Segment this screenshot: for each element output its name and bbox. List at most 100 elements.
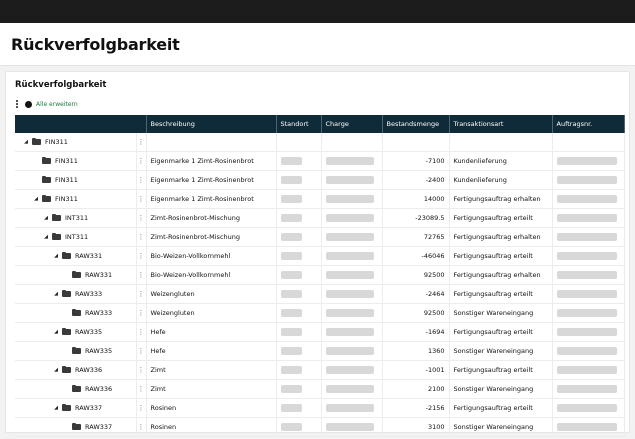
table-row[interactable]: ◢ RAW331 ⋮ Bio-Weizen-Vollkornmehl -46046 Fer… bbox=[15, 246, 625, 266]
triangle-down-icon[interactable]: ◢ bbox=[52, 291, 60, 297]
triangle-down-icon[interactable]: ◢ bbox=[52, 253, 60, 259]
table-row[interactable]: RAW337 ⋮ Rosinen 3100 Sonstiger Wareneingang bbox=[15, 417, 625, 437]
row-menu-icon[interactable]: ⋮ bbox=[136, 417, 147, 437]
tree-cell[interactable]: ◢ RAW336 bbox=[15, 360, 137, 380]
tree-cell[interactable]: RAW335 bbox=[15, 341, 137, 361]
location-placeholder bbox=[280, 195, 302, 203]
row-menu-icon[interactable]: ⋮ bbox=[136, 208, 147, 228]
order-number-placeholder bbox=[556, 423, 617, 431]
order-number-cell bbox=[552, 246, 625, 266]
folder-icon bbox=[62, 251, 71, 259]
table-row[interactable]: ◢ RAW333 ⋮ Weizengluten -2464 Fertigungsauftr… bbox=[15, 284, 625, 304]
row-menu-icon[interactable]: ⋮ bbox=[136, 360, 147, 380]
tree-cell[interactable]: ◢ FIN311 bbox=[15, 133, 137, 152]
expand-all-label: Alle erweitern bbox=[36, 100, 78, 108]
tree-cell[interactable]: ◢ RAW337 bbox=[15, 398, 137, 418]
item-id: FIN311 bbox=[55, 176, 78, 184]
description-cell: Zimt-Rosinenbrot-Mischung bbox=[146, 208, 277, 228]
folder-icon bbox=[52, 213, 61, 221]
tree-cell[interactable]: ◢ RAW335 bbox=[15, 322, 137, 342]
table-toolbar: Alle erweitern bbox=[14, 99, 78, 109]
order-number-placeholder bbox=[556, 309, 617, 317]
column-header-charge[interactable]: Charge bbox=[321, 115, 383, 133]
quantity-cell: -2464 bbox=[382, 284, 450, 304]
row-menu-icon[interactable]: ⋮ bbox=[136, 227, 147, 247]
tree-cell[interactable]: ◢ RAW331 bbox=[15, 246, 137, 266]
row-menu-icon[interactable]: ⋮ bbox=[136, 246, 147, 266]
triangle-down-icon[interactable]: ◢ bbox=[42, 234, 50, 240]
tree-cell[interactable]: RAW333 bbox=[15, 303, 137, 323]
batch-cell bbox=[321, 417, 383, 437]
row-menu-icon[interactable]: ⋮ bbox=[136, 284, 147, 304]
table-row[interactable]: ◢ RAW335 ⋮ Hefe -1694 Fertigungsauftrag ertei… bbox=[15, 322, 625, 342]
folder-icon bbox=[42, 156, 51, 164]
tree-cell[interactable]: ◢ INT311 bbox=[15, 227, 137, 247]
table-row[interactable]: RAW335 ⋮ Hefe 1360 Sonstiger Wareneingang bbox=[15, 341, 625, 361]
table-row[interactable]: ◢ RAW337 ⋮ Rosinen -2156 Fertigungsauftrag er… bbox=[15, 398, 625, 418]
table-row[interactable]: ◢ FIN311 ⋮ Eigenmarke 1 Zimt-Rosinenbrot 140… bbox=[15, 189, 625, 209]
row-menu-icon[interactable]: ⋮ bbox=[136, 341, 147, 361]
quantity-cell: 2100 bbox=[382, 379, 450, 399]
order-number-placeholder bbox=[556, 290, 617, 298]
row-menu-icon[interactable]: ⋮ bbox=[136, 265, 147, 285]
tree-cell[interactable]: FIN311 bbox=[15, 170, 137, 190]
table-row[interactable]: FIN311 ⋮ Eigenmarke 1 Zimt-Rosinenbrot -710… bbox=[15, 151, 625, 171]
table-row[interactable]: ◢ INT311 ⋮ Zimt-Rosinenbrot-Mischung 72765 Fe… bbox=[15, 227, 625, 247]
order-number-placeholder bbox=[556, 176, 617, 184]
table-row[interactable]: FIN311 ⋮ Eigenmarke 1 Zimt-Rosinenbrot -240… bbox=[15, 170, 625, 190]
order-number-cell bbox=[552, 265, 625, 285]
expand-all-button[interactable]: Alle erweitern bbox=[25, 100, 78, 108]
row-menu-icon[interactable]: ⋮ bbox=[136, 151, 147, 171]
tree-cell[interactable]: FIN311 bbox=[15, 151, 137, 171]
item-id: RAW333 bbox=[75, 290, 103, 298]
tree-cell[interactable]: ◢ FIN311 bbox=[15, 189, 137, 209]
row-menu-icon[interactable]: ⋮ bbox=[136, 170, 147, 190]
location-placeholder bbox=[280, 271, 302, 279]
location-cell bbox=[276, 322, 322, 342]
kebab-icon[interactable] bbox=[14, 99, 20, 109]
order-number-cell bbox=[552, 227, 625, 247]
transaction-type-cell: Fertigungsauftrag erteilt bbox=[449, 284, 553, 304]
row-menu-icon[interactable]: ⋮ bbox=[136, 133, 147, 152]
item-id: FIN311 bbox=[55, 157, 78, 165]
column-header-auftragsnr[interactable]: Auftragsnr. bbox=[552, 115, 625, 133]
triangle-down-icon[interactable]: ◢ bbox=[32, 196, 40, 202]
column-header-bestandsmenge[interactable]: Bestandsmenge bbox=[382, 115, 450, 133]
row-menu-icon[interactable]: ⋮ bbox=[136, 303, 147, 323]
table-row[interactable]: ◢ INT311 ⋮ Zimt-Rosinenbrot-Mischung -23089.… bbox=[15, 208, 625, 228]
column-header-transaktionsart[interactable]: Transaktionsart bbox=[449, 115, 553, 133]
table-row[interactable]: RAW336 ⋮ Zimt 2100 Sonstiger Wareneingang bbox=[15, 379, 625, 399]
tree-cell[interactable]: ◢ RAW333 bbox=[15, 284, 137, 304]
table-row[interactable]: ◢ FIN311 ⋮ bbox=[15, 133, 625, 152]
tree-cell[interactable]: RAW337 bbox=[15, 417, 137, 437]
tree-cell[interactable]: ◢ INT311 bbox=[15, 208, 137, 228]
tree-cell[interactable]: RAW336 bbox=[15, 379, 137, 399]
table-row[interactable]: RAW331 ⋮ Bio-Weizen-Vollkornmehl 92500 Ferti… bbox=[15, 265, 625, 285]
row-menu-icon[interactable]: ⋮ bbox=[136, 189, 147, 209]
location-cell bbox=[276, 189, 322, 209]
expand-all-icon bbox=[25, 100, 32, 108]
row-menu-icon[interactable]: ⋮ bbox=[136, 398, 147, 418]
table-row[interactable]: ◢ RAW336 ⋮ Zimt -1001 Fertigungsauftrag ertei… bbox=[15, 360, 625, 380]
row-menu-icon[interactable]: ⋮ bbox=[136, 322, 147, 342]
transaction-type-cell: Fertigungsauftrag erteilt bbox=[449, 360, 553, 380]
transaction-type-cell: Fertigungsauftrag erteilt bbox=[449, 398, 553, 418]
column-header-standort[interactable]: Standort bbox=[276, 115, 322, 133]
order-number-cell bbox=[552, 360, 625, 380]
order-number-placeholder bbox=[556, 385, 617, 393]
triangle-down-icon[interactable]: ◢ bbox=[52, 405, 60, 411]
triangle-down-icon[interactable]: ◢ bbox=[52, 367, 60, 373]
column-header-beschreibung[interactable]: Beschreibung bbox=[146, 115, 277, 133]
table-row[interactable]: RAW333 ⋮ Weizengluten 92500 Sonstiger Warene… bbox=[15, 303, 625, 323]
column-header-handle bbox=[136, 115, 147, 133]
quantity-cell: -2156 bbox=[382, 398, 450, 418]
location-placeholder bbox=[280, 385, 302, 393]
triangle-down-icon[interactable]: ◢ bbox=[52, 329, 60, 335]
transaction-type-cell: Sonstiger Wareneingang bbox=[449, 341, 553, 361]
item-id: RAW335 bbox=[75, 328, 103, 336]
tree-cell[interactable]: RAW331 bbox=[15, 265, 137, 285]
triangle-down-icon[interactable]: ◢ bbox=[42, 215, 50, 221]
row-menu-icon[interactable]: ⋮ bbox=[136, 379, 147, 399]
triangle-down-icon[interactable]: ◢ bbox=[22, 139, 30, 145]
location-placeholder bbox=[280, 157, 302, 165]
